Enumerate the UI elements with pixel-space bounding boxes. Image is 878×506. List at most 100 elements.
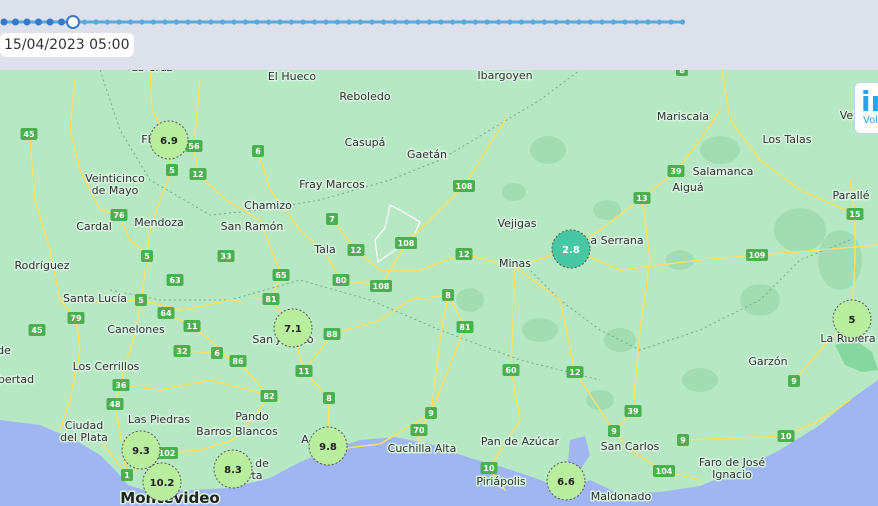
timeline-tick[interactable]: [219, 19, 226, 25]
timeline-tick[interactable]: [633, 19, 640, 25]
timeline-tick[interactable]: [12, 18, 19, 26]
timeline-tick[interactable]: [495, 19, 502, 25]
timeline-tick[interactable]: [254, 19, 260, 25]
timeline-tick[interactable]: [380, 19, 387, 25]
road-shield: 5: [135, 294, 147, 306]
timeline-tick[interactable]: [104, 19, 111, 25]
timeline-tick[interactable]: [208, 19, 214, 25]
timeline-handle[interactable]: [66, 15, 80, 29]
road-shield-number: 108: [398, 239, 415, 248]
road-shield-number: 5: [138, 296, 144, 305]
map-canvas[interactable]: La CruzEl HuecoIbargoyenReboledoMariscal…: [0, 0, 878, 506]
timeline-tick[interactable]: [81, 19, 88, 25]
timeline-tick[interactable]: [461, 19, 467, 25]
road-shield-number: 9: [428, 409, 434, 418]
timeline-tick[interactable]: [668, 19, 674, 25]
road-shield: 5: [166, 164, 178, 176]
timeline-tick[interactable]: [392, 19, 398, 25]
road-shield-number: 8: [326, 394, 332, 403]
road-shield: 48: [106, 398, 124, 410]
road-shield: 39: [667, 165, 685, 177]
timeline-tick[interactable]: [139, 19, 145, 25]
timeline-tick[interactable]: [472, 19, 479, 25]
timeline-tick[interactable]: [610, 19, 617, 25]
timeline-tick[interactable]: [277, 19, 283, 25]
timeline-tick[interactable]: [93, 19, 99, 25]
brand-logo[interactable]: in Vol: [854, 82, 878, 134]
place-label: El Hueco: [268, 70, 317, 83]
timeline-tick[interactable]: [346, 19, 352, 25]
measurement-cluster[interactable]: 2.8: [551, 229, 591, 269]
timeline-tick[interactable]: [587, 19, 594, 25]
place-label: de: [0, 344, 11, 357]
measurement-cluster[interactable]: 6.9: [149, 120, 189, 160]
timeline-tick[interactable]: [116, 19, 122, 25]
place-label: ta: [251, 469, 262, 482]
measurement-cluster[interactable]: 6.6: [546, 461, 586, 501]
measurement-cluster[interactable]: 9.8: [308, 426, 348, 466]
road-shield: 63: [166, 274, 184, 286]
timeline-tick[interactable]: [300, 19, 306, 25]
timeline-tick[interactable]: [58, 18, 65, 26]
timeline-tick[interactable]: [173, 19, 180, 25]
cluster-value: 6.9: [160, 136, 178, 147]
timeline-tick[interactable]: [438, 19, 444, 25]
measurement-cluster[interactable]: 9.3: [121, 430, 161, 470]
road-shield-number: 64: [160, 309, 172, 318]
timeline-tick[interactable]: [242, 19, 249, 25]
timeline-tick[interactable]: [518, 19, 525, 25]
timeline-tick[interactable]: [196, 19, 203, 25]
measurement-cluster[interactable]: 10.2: [142, 462, 182, 502]
measurement-cluster[interactable]: 8.3: [213, 449, 253, 489]
road-shield: 70: [410, 424, 428, 436]
timeline-tick[interactable]: [150, 19, 157, 25]
road-shield-number: 79: [70, 314, 82, 323]
timeline-tick[interactable]: [622, 19, 628, 25]
measurement-cluster[interactable]: 5: [832, 299, 872, 339]
timeline-tick[interactable]: [311, 19, 318, 25]
place-label: Barros Blancos: [196, 425, 278, 438]
timeline-tick[interactable]: [449, 19, 456, 25]
timeline-tick[interactable]: [599, 19, 605, 25]
road-shield: 6: [211, 347, 223, 359]
timeline-tick[interactable]: [541, 19, 548, 25]
timeline-tick[interactable]: [323, 19, 329, 25]
timeline-tick[interactable]: [357, 19, 364, 25]
timeline-tick[interactable]: [46, 18, 54, 26]
timeline-tick[interactable]: [656, 19, 663, 25]
timeline-tick[interactable]: [484, 19, 490, 25]
timeline-tick[interactable]: [23, 18, 31, 26]
timeline-tick[interactable]: [127, 19, 134, 25]
timeline-tick[interactable]: [403, 19, 410, 25]
timeline-tick[interactable]: [530, 19, 536, 25]
timeline-tick[interactable]: [334, 19, 341, 25]
timeline-tick[interactable]: [507, 19, 513, 25]
road-shield: 88: [323, 328, 341, 340]
road-shield-number: 12: [458, 250, 469, 259]
road-shield: 108: [453, 180, 475, 192]
timeline-tick[interactable]: [369, 19, 375, 25]
timeline-tick[interactable]: [185, 19, 191, 25]
timeline-tick[interactable]: [162, 19, 168, 25]
timeline-tick[interactable]: [415, 19, 421, 25]
timeline-tick[interactable]: [564, 19, 571, 25]
road-shield-number: 7: [329, 215, 335, 224]
road-shield: 36: [112, 379, 130, 391]
road-shield: 9: [425, 407, 437, 419]
timeline-tick[interactable]: [265, 19, 272, 25]
road-shield-number: 10: [483, 464, 495, 473]
timeline-tick[interactable]: [426, 19, 433, 25]
place-label: Mariscala: [657, 110, 709, 123]
timeline-tick[interactable]: [645, 19, 651, 25]
timeline-tick[interactable]: [231, 19, 237, 25]
timeline-tick[interactable]: [576, 19, 582, 25]
timeline-tick[interactable]: [679, 19, 686, 25]
road-shield: 9: [677, 434, 689, 446]
cluster-value: 9.8: [319, 442, 337, 453]
timeline-slider[interactable]: [0, 14, 700, 30]
timeline-tick[interactable]: [288, 19, 295, 25]
timeline-tick[interactable]: [553, 19, 559, 25]
timeline-tick[interactable]: [35, 18, 42, 26]
measurement-cluster[interactable]: 7.1: [273, 308, 313, 348]
timeline-tick[interactable]: [0, 18, 8, 26]
